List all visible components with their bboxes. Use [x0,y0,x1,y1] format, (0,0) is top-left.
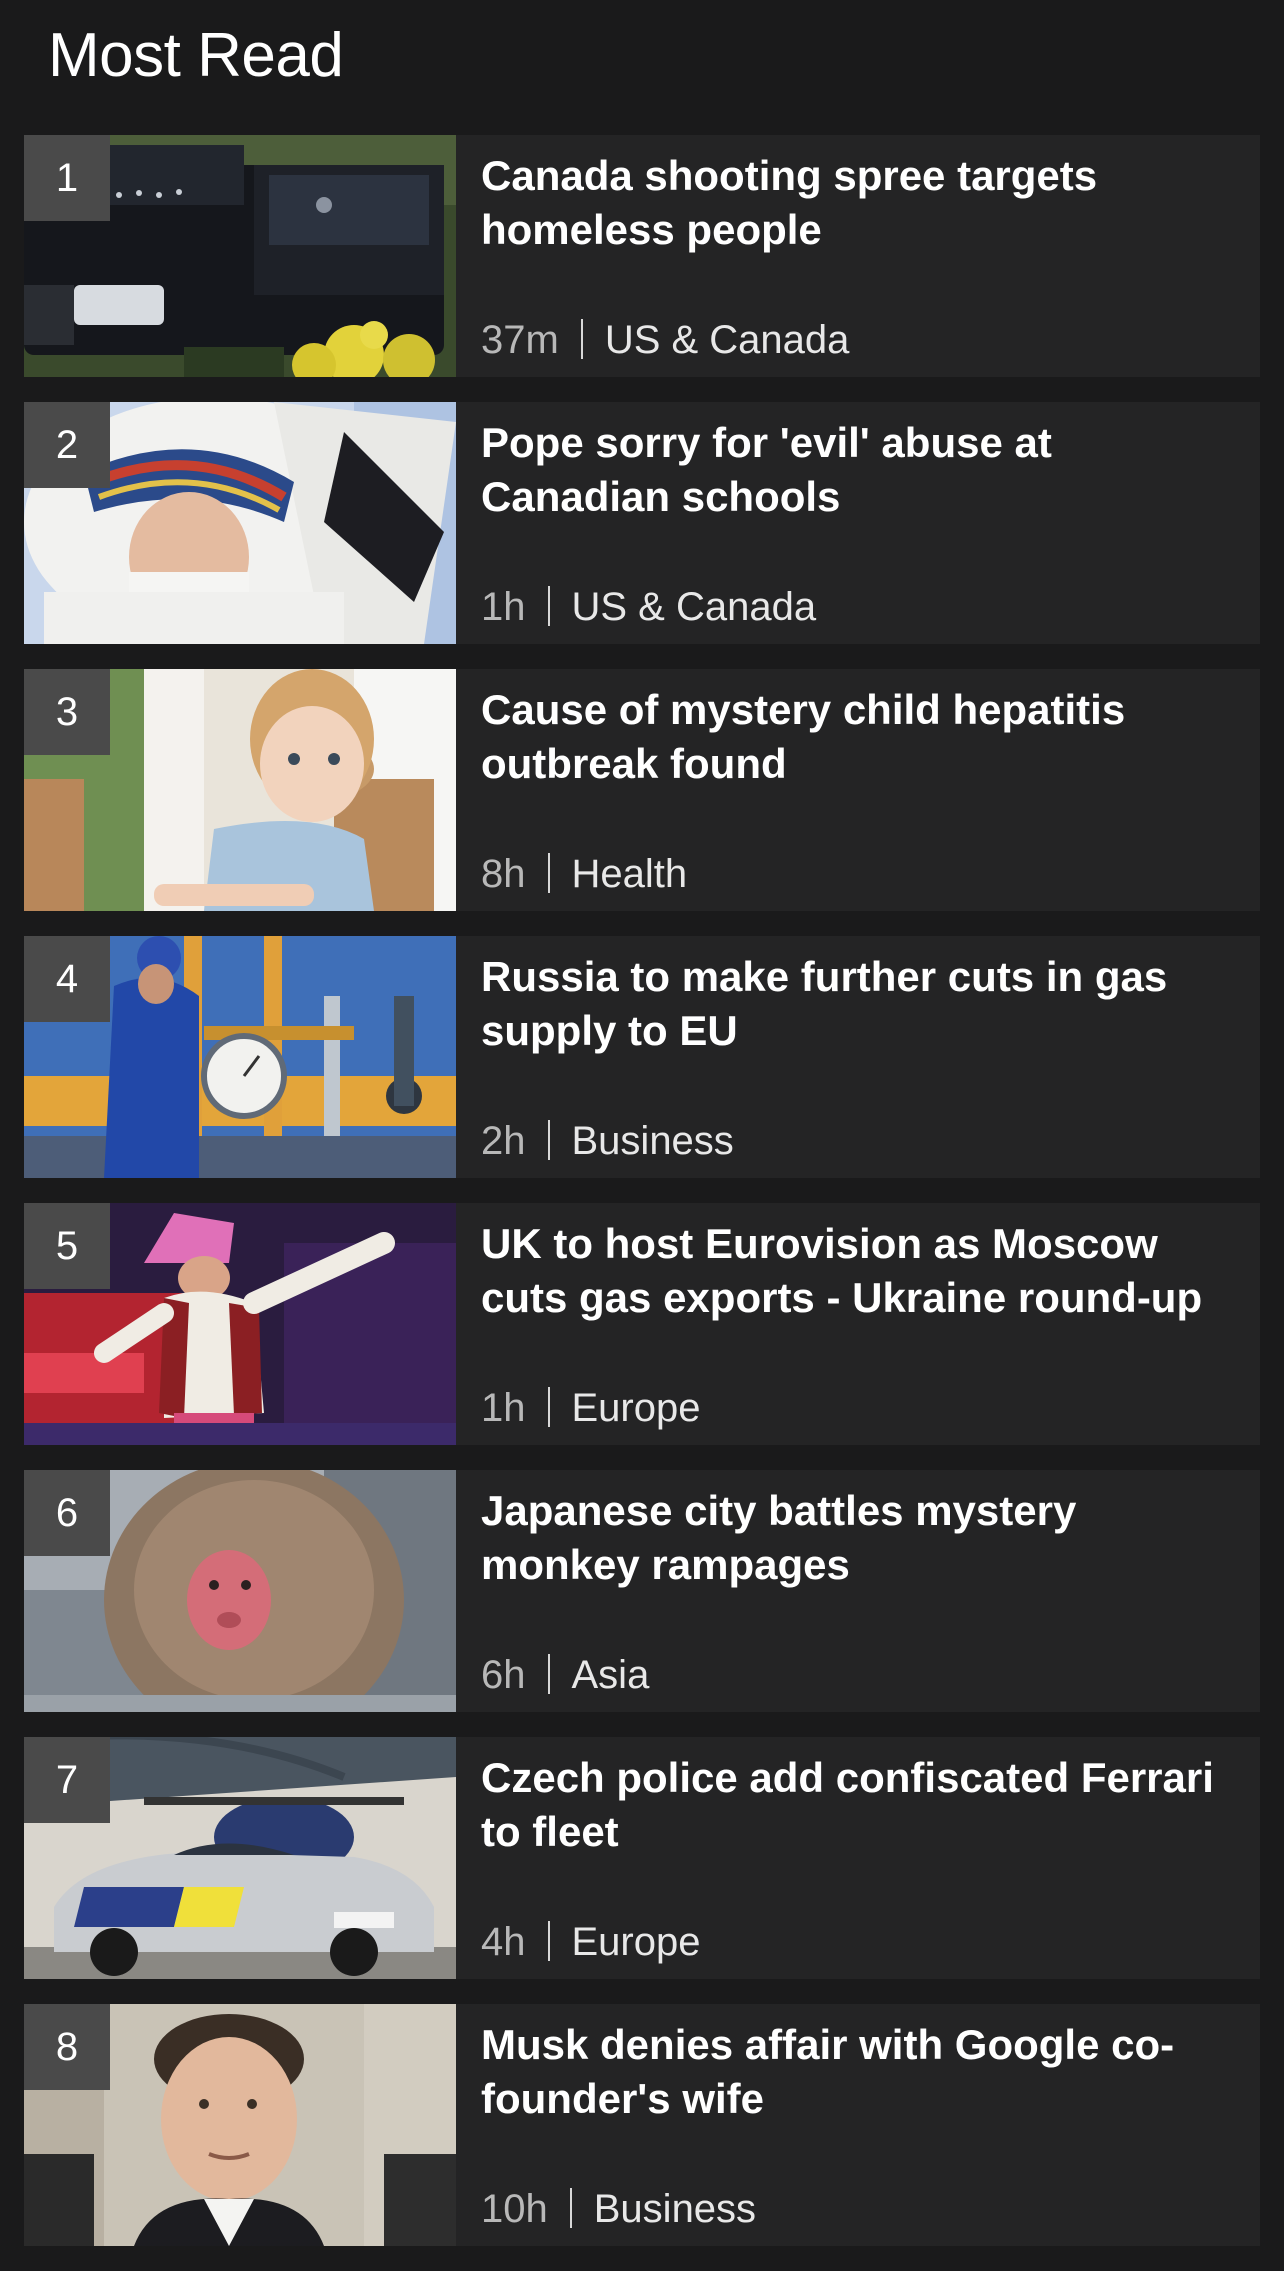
most-read-list: 1 Canada shooting spree targets homeless… [24,135,1260,2271]
rank-badge: 7 [24,1737,110,1823]
article-meta: 8h Health [481,849,687,899]
article-headline[interactable]: Cause of mystery child hepatitis outbrea… [481,683,1246,791]
rank-badge: 3 [24,669,110,755]
article-headline[interactable]: Pope sorry for 'evil' abuse at Canadian … [481,416,1246,524]
article-time: 10h [481,2187,548,2231]
article-meta: 10h Business [481,2184,756,2234]
list-item[interactable]: 4 Russia to make further cuts in gas sup… [24,936,1260,1178]
article-thumbnail[interactable]: 6 [24,1470,456,1712]
article-meta: 1h US & Canada [481,582,816,632]
article-time: 1h [481,1386,526,1430]
list-item[interactable]: 3 Cause of mystery child hepatitis outbr… [24,669,1260,911]
article-time: 8h [481,852,526,896]
list-item[interactable]: 1 Canada shooting spree targets homeless… [24,135,1260,377]
article-time: 4h [481,1920,526,1964]
article-headline[interactable]: UK to host Eurovision as Moscow cuts gas… [481,1217,1246,1325]
article-thumbnail[interactable]: 5 [24,1203,456,1445]
rank-badge: 1 [24,135,110,221]
article-thumbnail[interactable]: 4 [24,936,456,1178]
list-item[interactable]: 6 Japanese city battles mystery monkey r… [24,1470,1260,1712]
article-meta: 1h Europe [481,1383,700,1433]
meta-divider [547,853,550,893]
meta-divider [547,1120,550,1160]
article-meta: 6h Asia [481,1650,649,1700]
article-meta: 2h Business [481,1116,734,1166]
article-topic[interactable]: Europe [572,1386,701,1430]
rank-badge: 4 [24,936,110,1022]
section-title: Most Read [48,21,344,90]
meta-divider [547,1387,550,1427]
article-topic[interactable]: US & Canada [572,585,817,629]
article-topic[interactable]: Business [594,2187,756,2231]
meta-divider [547,1654,550,1694]
article-thumbnail[interactable]: 8 [24,2004,456,2246]
rank-badge: 2 [24,402,110,488]
rank-badge: 5 [24,1203,110,1289]
article-meta: 4h Europe [481,1917,700,1967]
article-time: 1h [481,585,526,629]
article-thumbnail[interactable]: 3 [24,669,456,911]
article-time: 6h [481,1653,526,1697]
article-headline[interactable]: Canada shooting spree targets homeless p… [481,149,1246,257]
article-meta: 37m US & Canada [481,315,849,365]
list-item[interactable]: 2 Pope sorry for 'evil' abuse at Canadia… [24,402,1260,644]
article-headline[interactable]: Musk denies affair with Google co-founde… [481,2018,1246,2126]
article-topic[interactable]: Asia [572,1653,650,1697]
rank-badge: 6 [24,1470,110,1556]
article-headline[interactable]: Czech police add confiscated Ferrari to … [481,1751,1246,1859]
article-thumbnail[interactable]: 1 [24,135,456,377]
meta-divider [569,2188,572,2228]
list-item[interactable]: 7 Czech police add confiscated Ferrari t… [24,1737,1260,1979]
article-headline[interactable]: Russia to make further cuts in gas suppl… [481,950,1246,1058]
most-read-page: Most Read 1 Canada shooting spree target… [0,0,1284,2256]
article-headline[interactable]: Japanese city battles mystery monkey ram… [481,1484,1246,1592]
article-time: 2h [481,1119,526,1163]
article-time: 37m [481,318,559,362]
meta-divider [580,319,583,359]
article-topic[interactable]: Business [572,1119,734,1163]
list-item[interactable]: 8 Musk denies affair with Google co-foun… [24,2004,1260,2246]
article-topic[interactable]: Europe [572,1920,701,1964]
article-topic[interactable]: Health [572,852,688,896]
list-item[interactable]: 5 UK to host Eurovision as Moscow cuts g… [24,1203,1260,1445]
rank-badge: 8 [24,2004,110,2090]
meta-divider [547,1921,550,1961]
article-thumbnail[interactable]: 7 [24,1737,456,1979]
article-thumbnail[interactable]: 2 [24,402,456,644]
meta-divider [547,586,550,626]
article-topic[interactable]: US & Canada [605,318,850,362]
